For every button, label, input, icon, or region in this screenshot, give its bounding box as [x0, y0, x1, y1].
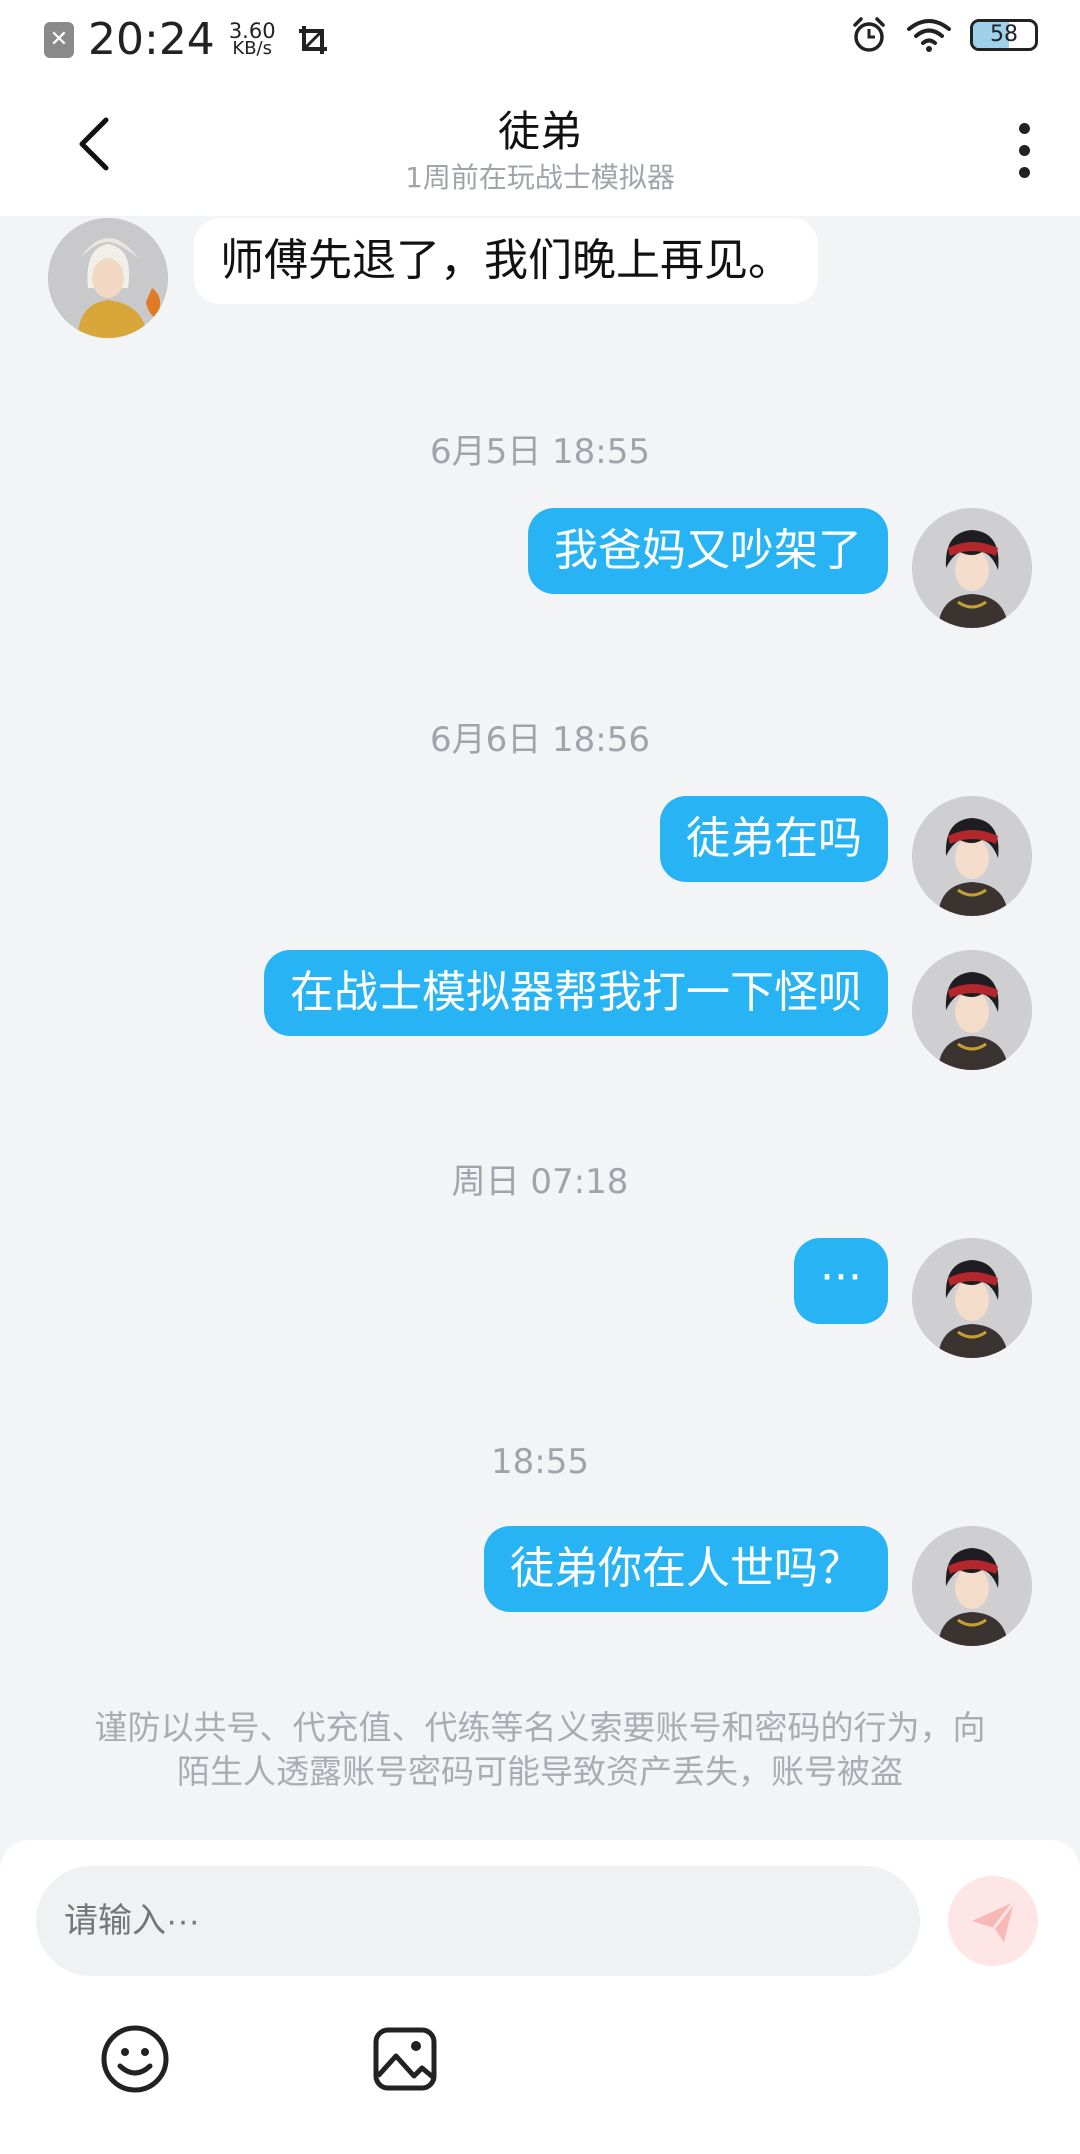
- timestamp: 6月5日 18:55: [429, 432, 651, 472]
- message-input[interactable]: [36, 1866, 920, 1976]
- more-vertical-icon[interactable]: [1012, 116, 1036, 180]
- timestamp: 6月6日 18:56: [429, 720, 651, 760]
- image-icon[interactable]: [372, 2024, 438, 2094]
- status-bar: ✕ 20:24 3.60 KB/s 58: [0, 0, 1080, 72]
- avatar-self[interactable]: [912, 1238, 1032, 1358]
- contact-status: 1周前在玩战士模拟器: [405, 161, 675, 194]
- battery-icon: 58: [970, 19, 1038, 51]
- message-bubble-incoming[interactable]: 师傅先退了，我们晚上再见。: [194, 218, 818, 304]
- timestamp: 周日 07:18: [451, 1162, 629, 1202]
- avatar-self[interactable]: [912, 950, 1032, 1070]
- message-list[interactable]: 师傅先退了，我们晚上再见。 6月5日 18:55 我爸妈又吵架了 6月6日 18…: [0, 216, 1080, 1846]
- composer: [0, 1840, 1080, 2154]
- status-time: 20:24: [88, 14, 215, 65]
- message-bubble-outgoing[interactable]: 徒弟在吗: [660, 796, 888, 882]
- emoji-icon[interactable]: [100, 2024, 170, 2094]
- send-icon[interactable]: [948, 1876, 1038, 1966]
- avatar-master[interactable]: [48, 218, 168, 338]
- notification-x-icon: ✕: [44, 21, 74, 58]
- network-speed-unit: KB/s: [232, 37, 272, 59]
- contact-name: 徒弟: [497, 107, 582, 156]
- avatar-self[interactable]: [912, 796, 1032, 916]
- message-bubble-outgoing[interactable]: 在战士模拟器帮我打一下怪呗: [264, 950, 888, 1036]
- screenshot-icon: [298, 25, 327, 54]
- network-speed: 3.60 KB/s: [228, 18, 276, 59]
- message-bubble-outgoing[interactable]: 徒弟你在人世吗？: [484, 1526, 888, 1612]
- message-bubble-outgoing[interactable]: ···: [794, 1238, 888, 1324]
- security-notice: 谨防以共号、代充值、代练等名义索要账号和密码的行为，向陌生人透露账号密码可能导致…: [94, 1708, 986, 1791]
- wifi-icon: [907, 19, 951, 52]
- battery-level: 58: [990, 22, 1018, 47]
- avatar-self[interactable]: [912, 1526, 1032, 1646]
- chat-header: 徒弟 1周前在玩战士模拟器: [0, 72, 1080, 216]
- alarm-icon: [853, 17, 885, 52]
- timestamp: 18:55: [491, 1442, 589, 1482]
- network-speed-value: 3.60: [228, 18, 276, 43]
- message-bubble-outgoing[interactable]: 我爸妈又吵架了: [528, 508, 888, 594]
- avatar-self[interactable]: [912, 508, 1032, 628]
